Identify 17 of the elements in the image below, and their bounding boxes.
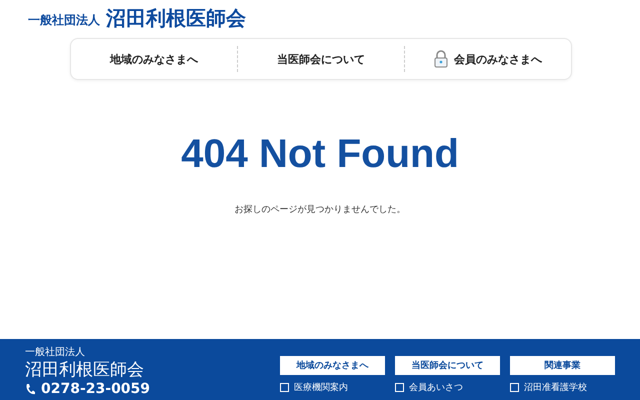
footer-nav-button[interactable]: 関連事業 [510, 356, 615, 375]
footer-link[interactable]: 会員あいさつ [395, 381, 500, 394]
error-title: 404 Not Found [181, 132, 459, 177]
error-message: お探しのページが見つかりませんでした。 [234, 204, 406, 216]
phone-icon [25, 383, 35, 395]
nav-link[interactable]: 地域のみなさまへ [71, 46, 237, 72]
footer-nav-button[interactable]: 地域のみなさまへ [280, 356, 385, 375]
nav-link[interactable]: 会員のみなさまへ [404, 46, 571, 72]
footer-org-type: 一般社団法人 [25, 346, 86, 359]
nav-link[interactable]: 当医師会について [237, 46, 404, 72]
footer-nav-button[interactable]: 当医師会について [395, 356, 500, 375]
phone-number: 0278-23-0059 [41, 381, 150, 397]
footer-link[interactable]: 沼田准看護学校 [510, 381, 615, 394]
org-name[interactable]: 沼田利根医師会 [106, 5, 246, 32]
footer-org-name: 沼田利根医師会 [25, 359, 145, 381]
org-type: 一般社団法人 [28, 12, 100, 29]
footer-link[interactable]: 医療機関案内 [280, 381, 385, 394]
